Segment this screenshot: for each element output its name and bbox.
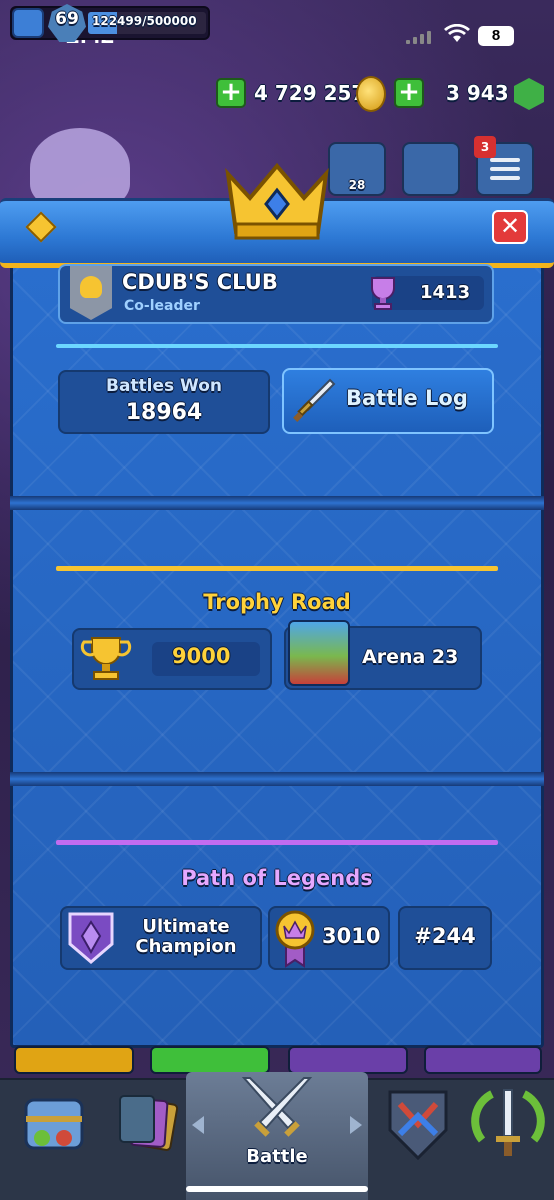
tab-cards[interactable] — [98, 1080, 190, 1172]
cards-icon — [119, 1095, 179, 1151]
section-separator — [10, 496, 544, 510]
skull-icon — [80, 276, 102, 298]
tab-clan[interactable] — [372, 1080, 464, 1172]
gold-amount: 4 729 257 — [254, 81, 366, 105]
treasure-chest-icon — [24, 1098, 84, 1150]
clan-trophies: 1413 — [420, 282, 471, 303]
add-gems-button[interactable]: + — [394, 78, 424, 108]
peek-button-purple-2 — [424, 1046, 542, 1074]
add-gold-button[interactable]: + — [216, 78, 246, 108]
clan-name: CDUB'S CLUB — [122, 270, 278, 294]
trophy-value: 9000 — [172, 644, 231, 668]
divider — [56, 344, 498, 348]
arena-name: Arena 23 — [362, 646, 459, 668]
peek-button-purple-1 — [288, 1046, 408, 1074]
nav-arrow-right-icon[interactable] — [350, 1116, 362, 1134]
rank-value: #244 — [414, 924, 476, 948]
friends-count: 28 — [348, 178, 366, 192]
league-name-line2: Champion — [135, 936, 237, 957]
close-button[interactable]: ✕ — [492, 210, 528, 244]
tab-shop[interactable] — [8, 1080, 100, 1172]
peek-button-yellow — [14, 1046, 134, 1074]
menu-notification-badge: 3 — [474, 136, 496, 158]
ghost-character-icon — [30, 128, 130, 208]
path-of-legends-divider — [56, 840, 498, 845]
clan-role: Co-leader — [124, 298, 200, 314]
battle-tab-label: Battle — [246, 1146, 308, 1167]
trophy-road-title: Trophy Road — [203, 590, 351, 614]
news-button[interactable] — [402, 142, 460, 196]
home-indicator — [186, 1186, 368, 1192]
wifi-icon — [444, 24, 470, 42]
laurel-sword-icon — [471, 1089, 545, 1156]
gold-coin-icon — [356, 76, 386, 112]
cellular-signal-icon — [406, 30, 434, 44]
sword-icon — [293, 378, 336, 422]
tab-events[interactable] — [462, 1080, 554, 1172]
battery-icon: 8 — [478, 26, 514, 46]
crossed-swords-icon — [241, 1077, 313, 1137]
gems-amount: 3 943 — [446, 81, 509, 105]
crown-icon — [225, 162, 329, 240]
ultimate-champion-icon — [68, 912, 114, 964]
medal-icon — [275, 910, 315, 968]
trophy-road-divider — [56, 566, 498, 571]
clan-shield-icon — [388, 1090, 448, 1161]
peek-button-green — [150, 1046, 270, 1074]
nav-arrow-left-icon[interactable] — [192, 1116, 204, 1134]
arena-icon — [288, 620, 350, 686]
xp-text: 122499/500000 — [92, 14, 197, 28]
league-name-line1: Ultimate — [142, 916, 230, 937]
battles-won-value: 18964 — [125, 400, 203, 425]
path-of-legends-title: Path of Legends — [181, 866, 373, 890]
hamburger-icon — [490, 158, 520, 180]
battles-won-label: Battles Won — [105, 376, 222, 396]
gold-trophy-icon — [80, 637, 132, 680]
purple-trophy-icon — [371, 277, 395, 310]
section-separator — [10, 772, 544, 786]
level-number: 69 — [55, 9, 79, 29]
rating-value: 3010 — [322, 924, 381, 948]
profile-crown-icon[interactable] — [12, 8, 44, 38]
battle-log-label: Battle Log — [346, 386, 468, 410]
